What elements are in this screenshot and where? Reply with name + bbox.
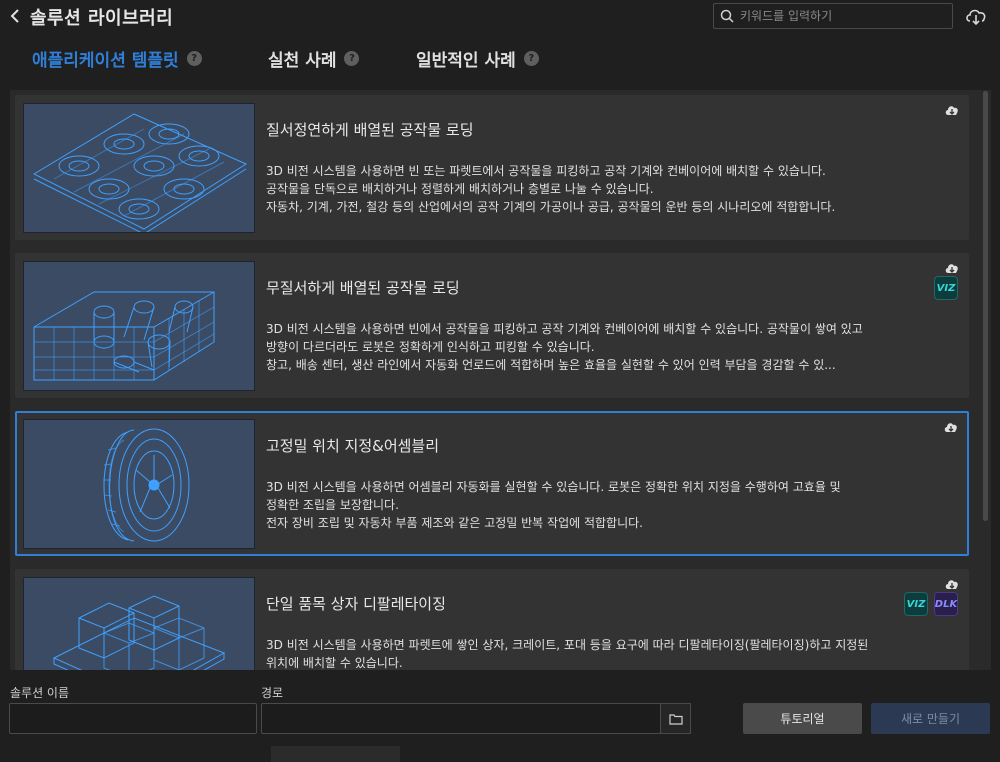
- search-box[interactable]: [713, 3, 953, 29]
- thumbnail-random-workpieces: [23, 261, 255, 391]
- viz-badge: VIZ: [934, 276, 958, 300]
- cloud-download-icon: [966, 9, 986, 26]
- ordered-workpieces-illustration: [32, 113, 248, 232]
- back-button[interactable]: [6, 6, 24, 26]
- search-input[interactable]: [740, 9, 940, 23]
- browse-folder-button[interactable]: [660, 703, 691, 734]
- desc-line: 3D 비전 시스템을 사용하면 어셈블리 자동화를 실현할 수 있습니다. 로봇…: [266, 480, 841, 494]
- create-new-button[interactable]: 새로 만들기: [871, 703, 990, 734]
- software-badges: VIZ: [934, 276, 958, 300]
- cloud-download-icon[interactable]: [944, 261, 960, 275]
- thumbnail-ordered-workpieces: [23, 103, 255, 233]
- card-description: 3D 비전 시스템을 사용하면 어셈블리 자동화를 실현할 수 있습니다. 로봇…: [266, 478, 962, 532]
- tutorial-button[interactable]: 튜토리얼: [743, 703, 862, 734]
- tab-application-templates[interactable]: 애플리케이션 템플릿 ?: [32, 46, 202, 71]
- chevron-left-icon: [10, 9, 19, 23]
- help-icon[interactable]: ?: [523, 51, 539, 66]
- solution-list: 질서정연하게 배열된 공작물 로딩 3D 비전 시스템을 사용하면 빈 또는 파…: [10, 90, 991, 670]
- tab-general-cases[interactable]: 일반적인 사례 ?: [416, 46, 539, 71]
- card-description: 3D 비전 시스템을 사용하면 파렛트에 쌓인 상자, 크레이트, 포대 등을 …: [266, 636, 962, 670]
- desc-line: 창고, 배송 센터, 생산 라인에서 자동화 언로드에 적합하며 높은 효율을 …: [266, 358, 836, 372]
- thumbnail-boxes: [23, 577, 255, 670]
- tab-label: 애플리케이션 템플릿: [32, 51, 179, 71]
- software-badges: VIZ DLK: [904, 592, 958, 616]
- search-icon: [720, 9, 734, 23]
- bottom-tab-strip: [271, 746, 400, 762]
- tab-practice-cases[interactable]: 실천 사례 ?: [268, 46, 360, 71]
- desc-line: 3D 비전 시스템을 사용하면 파렛트에 쌓인 상자, 크레이트, 포대 등을 …: [266, 638, 869, 652]
- desc-line: 공작물을 단독으로 배치하거나 정렬하게 배치하거나 층별로 나눌 수 있습니다…: [266, 182, 654, 196]
- tab-label: 실천 사례: [268, 51, 337, 71]
- card-title: 고정밀 위치 지정&어셈블리: [266, 437, 440, 455]
- cloud-download-icon[interactable]: [943, 420, 959, 434]
- path-label: 경로: [261, 686, 284, 700]
- solution-name-input[interactable]: [9, 703, 257, 734]
- thumbnail-tire-assembly: [23, 419, 255, 549]
- desc-line: 3D 비전 시스템을 사용하면 빈 또는 파렛트에서 공작물을 피킹하고 공작 …: [266, 164, 826, 178]
- cloud-download-icon[interactable]: [944, 103, 960, 117]
- help-icon[interactable]: ?: [186, 51, 202, 66]
- viz-badge: VIZ: [904, 592, 928, 616]
- list-scrollbar[interactable]: [983, 91, 988, 521]
- solution-card-precision-assembly[interactable]: 고정밀 위치 지정&어셈블리 3D 비전 시스템을 사용하면 어셈블리 자동화를…: [15, 411, 969, 556]
- card-description: 3D 비전 시스템을 사용하면 빈에서 공작물을 피킹하고 공작 기계와 컨베이…: [266, 320, 962, 374]
- card-title: 질서정연하게 배열된 공작물 로딩: [266, 121, 474, 139]
- path-input[interactable]: [261, 703, 661, 734]
- desc-line: 자동차, 기계, 가전, 철강 등의 산업에서의 공작 기계의 가공이나 공급,…: [266, 200, 836, 214]
- cloud-download-icon[interactable]: [944, 577, 960, 591]
- boxes-illustration: [52, 595, 226, 670]
- header: 솔루션 라이브러리: [0, 0, 1000, 34]
- tab-label: 일반적인 사례: [416, 51, 516, 71]
- tab-bar: 애플리케이션 템플릿 ? 실천 사례 ? 일반적인 사례 ?: [0, 40, 1000, 80]
- card-title: 무질서하게 배열된 공작물 로딩: [266, 279, 460, 297]
- desc-line: 전자 장비 조립 및 자동차 부품 제조와 같은 고정밀 반복 작업에 적합합니…: [266, 516, 643, 530]
- solution-card-ordered-loading[interactable]: 질서정연하게 배열된 공작물 로딩 3D 비전 시스템을 사용하면 빈 또는 파…: [15, 95, 969, 240]
- desc-line: 방향이 다르더라도 로봇은 정확하게 인식하고 피킹할 수 있습니다.: [266, 340, 595, 354]
- dlk-badge: DLK: [934, 592, 958, 616]
- cloud-download-button[interactable]: [963, 3, 989, 29]
- solution-card-single-sku-depalletizing[interactable]: 단일 품목 상자 디팔레타이징 VIZ DLK 3D 비전 시스템을 사용하면 …: [15, 569, 969, 670]
- solution-name-label: 솔루션 이름: [10, 686, 70, 700]
- tire-illustration: [103, 428, 190, 542]
- solution-card-random-loading[interactable]: 무질서하게 배열된 공작물 로딩 VIZ 3D 비전 시스템을 사용하면 빈에서…: [15, 253, 969, 398]
- random-workpieces-illustration: [33, 291, 215, 381]
- page-title: 솔루션 라이브러리: [30, 8, 174, 29]
- card-description: 3D 비전 시스템을 사용하면 빈 또는 파렛트에서 공작물을 피킹하고 공작 …: [266, 162, 962, 216]
- desc-line: 정확한 조립을 보장합니다.: [266, 498, 399, 512]
- folder-icon: [668, 713, 683, 725]
- desc-line: 3D 비전 시스템을 사용하면 빈에서 공작물을 피킹하고 공작 기계와 컨베이…: [266, 322, 863, 336]
- desc-line: 위치에 배치할 수 있습니다.: [266, 656, 403, 670]
- help-icon[interactable]: ?: [344, 51, 360, 66]
- card-title: 단일 품목 상자 디팔레타이징: [266, 595, 446, 613]
